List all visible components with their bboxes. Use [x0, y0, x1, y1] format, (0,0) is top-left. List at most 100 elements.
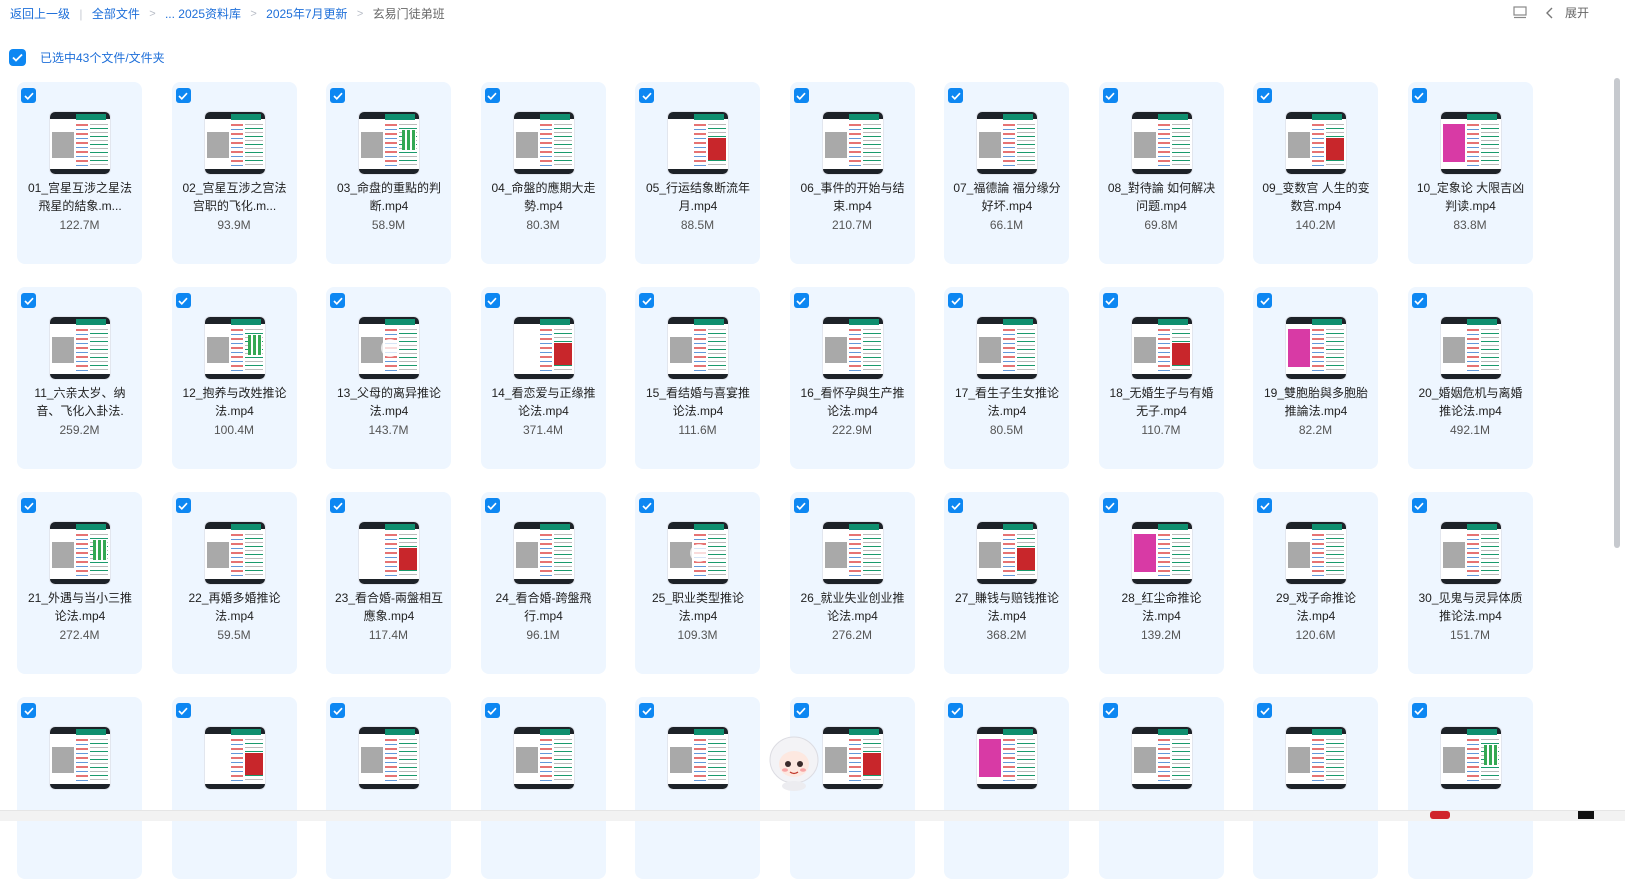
file-card[interactable] [326, 697, 451, 879]
select-all-checkbox[interactable] [9, 48, 26, 66]
video-thumbnail[interactable] [667, 316, 729, 380]
video-thumbnail[interactable] [1130, 316, 1193, 380]
video-thumbnail[interactable] [976, 111, 1038, 175]
file-card[interactable]: 07_福德論 福分缘分好坏.mp4 66.1M [944, 82, 1069, 264]
video-thumbnail[interactable] [49, 726, 111, 790]
file-checkbox[interactable] [21, 293, 36, 308]
video-thumbnail[interactable] [203, 521, 266, 585]
video-thumbnail[interactable] [1285, 111, 1347, 175]
file-checkbox[interactable] [639, 498, 654, 513]
file-name[interactable]: 22_再婚多婚推论法.mp4 [180, 589, 290, 625]
file-checkbox[interactable] [793, 498, 809, 513]
file-name[interactable]: 15_看结婚与喜宴推论法.mp4 [643, 384, 753, 420]
video-thumbnail[interactable] [358, 726, 420, 790]
video-thumbnail[interactable] [203, 111, 266, 175]
file-checkbox[interactable] [175, 703, 191, 718]
file-card[interactable]: 23_看合婚-兩盤相互應象.mp4 117.4M [326, 492, 451, 674]
video-thumbnail[interactable] [1439, 111, 1502, 175]
file-checkbox[interactable] [793, 88, 809, 103]
file-card[interactable] [480, 697, 606, 879]
video-thumbnail[interactable] [976, 316, 1038, 380]
file-checkbox[interactable] [330, 293, 345, 308]
file-checkbox[interactable] [1411, 293, 1427, 308]
file-name[interactable]: 06_事件的开始与结束.mp4 [798, 179, 908, 215]
file-checkbox[interactable] [1102, 293, 1118, 308]
file-card[interactable]: 04_命盤的應期大走勢.mp4 80.3M [480, 82, 606, 264]
file-checkbox[interactable] [948, 703, 963, 718]
file-name[interactable]: 25_职业类型推论法.mp4 [643, 589, 753, 625]
breadcrumb-item-all-files[interactable]: 全部文件 [92, 7, 140, 21]
video-thumbnail[interactable] [49, 111, 111, 175]
file-card[interactable]: 14_看恋爱与正缘推论法.mp4 371.4M [480, 287, 606, 469]
file-checkbox[interactable] [175, 293, 191, 308]
file-name[interactable]: 24_看合婚-跨盤飛行.mp4 [489, 589, 599, 625]
file-card[interactable] [944, 697, 1069, 879]
file-name[interactable]: 20_婚姻危机与离婚推论法.mp4 [1416, 384, 1526, 420]
video-thumbnail[interactable] [1130, 521, 1193, 585]
file-checkbox[interactable] [175, 88, 191, 103]
file-checkbox[interactable] [639, 88, 654, 103]
video-thumbnail[interactable] [512, 111, 575, 175]
file-card[interactable]: 08_對待論 如何解决问题.mp4 69.8M [1098, 82, 1224, 264]
expand-button[interactable]: 展开 [1565, 4, 1589, 21]
file-name[interactable]: 12_抱养与改姓推论法.mp4 [180, 384, 290, 420]
file-checkbox[interactable] [1257, 293, 1272, 308]
video-thumbnail[interactable] [976, 521, 1038, 585]
file-card[interactable]: 20_婚姻危机与离婚推论法.mp4 492.1M [1407, 287, 1533, 469]
breadcrumb-item-library[interactable]: ... 2025资料库 [165, 7, 241, 21]
video-thumbnail[interactable] [667, 521, 729, 585]
chevron-left-icon[interactable] [1545, 7, 1555, 19]
file-checkbox[interactable] [330, 498, 345, 513]
file-checkbox[interactable] [21, 498, 36, 513]
file-checkbox[interactable] [1257, 703, 1272, 718]
file-checkbox[interactable] [1102, 498, 1118, 513]
layout-icon[interactable] [1513, 5, 1527, 20]
file-checkbox[interactable] [484, 293, 500, 308]
file-card[interactable]: 16_看怀孕與生产推论法.mp4 222.9M [789, 287, 915, 469]
file-card[interactable] [1098, 697, 1224, 879]
file-checkbox[interactable] [793, 703, 809, 718]
video-thumbnail[interactable] [49, 316, 111, 380]
file-checkbox[interactable] [330, 88, 345, 103]
file-checkbox[interactable] [948, 498, 963, 513]
file-card[interactable] [17, 697, 142, 879]
file-checkbox[interactable] [948, 293, 963, 308]
file-checkbox[interactable] [330, 703, 345, 718]
video-thumbnail[interactable] [358, 111, 420, 175]
file-name[interactable]: 01_宫星互涉之星法飛星的結象.m... [25, 179, 135, 215]
video-thumbnail[interactable] [667, 111, 729, 175]
video-thumbnail[interactable] [667, 726, 729, 790]
file-card[interactable]: 09_变数宫 人生的变数宫.mp4 140.2M [1253, 82, 1378, 264]
file-card[interactable]: 13_父母的离异推论法.mp4 143.7M [326, 287, 451, 469]
horizontal-scrollbar[interactable] [0, 810, 1625, 821]
file-name[interactable]: 08_對待論 如何解决问题.mp4 [1107, 179, 1217, 215]
file-card[interactable]: 21_外遇与当小三推论法.mp4 272.4M [17, 492, 142, 674]
file-card[interactable] [635, 697, 760, 879]
file-checkbox[interactable] [21, 703, 36, 718]
file-name[interactable]: 23_看合婚-兩盤相互應象.mp4 [334, 589, 444, 625]
file-card[interactable] [1253, 697, 1378, 879]
file-card[interactable]: 01_宫星互涉之星法飛星的結象.m... 122.7M [17, 82, 142, 264]
video-thumbnail[interactable] [512, 726, 575, 790]
file-name[interactable]: 26_就业失业创业推论法.mp4 [798, 589, 908, 625]
file-card[interactable]: 29_戏子命推论法.mp4 120.6M [1253, 492, 1378, 674]
file-card[interactable]: 30_见鬼与灵异体质推论法.mp4 151.7M [1407, 492, 1533, 674]
file-checkbox[interactable] [484, 498, 500, 513]
file-name[interactable]: 09_变数宫 人生的变数宫.mp4 [1261, 179, 1371, 215]
file-card[interactable]: 02_宫星互涉之宫法 宫职的飞化.m... 93.9M [171, 82, 297, 264]
file-name[interactable]: 13_父母的离异推论法.mp4 [334, 384, 444, 420]
file-name[interactable]: 10_定象论 大限吉凶判读.mp4 [1416, 179, 1526, 215]
file-name[interactable]: 17_看生子生女推论法.mp4 [952, 384, 1062, 420]
video-thumbnail[interactable] [203, 316, 266, 380]
file-card[interactable]: 11_六亲太岁、纳音、飞化入卦法. 259.2M [17, 287, 142, 469]
file-card[interactable]: 22_再婚多婚推论法.mp4 59.5M [171, 492, 297, 674]
file-card[interactable]: 17_看生子生女推论法.mp4 80.5M [944, 287, 1069, 469]
file-name[interactable]: 19_雙胞胎與多胞胎推論法.mp4 [1261, 384, 1371, 420]
video-thumbnail[interactable] [821, 726, 884, 790]
file-name[interactable]: 27_賺钱与赔钱推论法.mp4 [952, 589, 1062, 625]
file-card[interactable]: 26_就业失业创业推论法.mp4 276.2M [789, 492, 915, 674]
video-thumbnail[interactable] [49, 521, 111, 585]
file-name[interactable]: 11_六亲太岁、纳音、飞化入卦法. [25, 384, 135, 420]
file-card[interactable]: 27_賺钱与赔钱推论法.mp4 368.2M [944, 492, 1069, 674]
file-card[interactable]: 18_无婚生子与有婚无子.mp4 110.7M [1098, 287, 1224, 469]
